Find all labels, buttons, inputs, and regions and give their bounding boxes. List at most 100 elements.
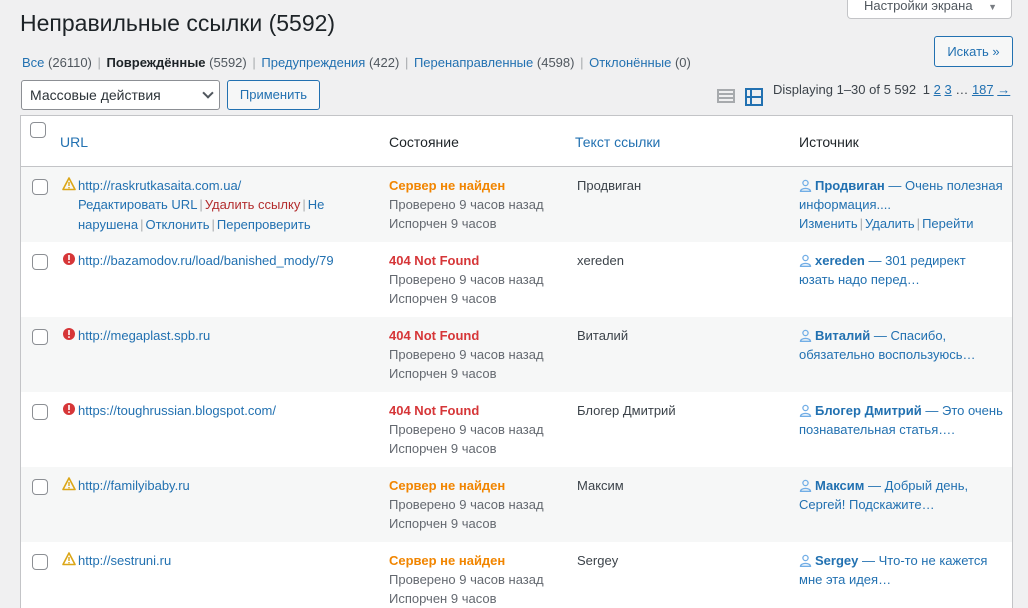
filter-broken-count: (5592) [209, 55, 247, 70]
source-edit-link[interactable]: Изменить [799, 216, 858, 231]
table-row: http://bazamodov.ru/load/banished_mody/7… [21, 242, 1012, 317]
error-icon [63, 403, 75, 415]
link-source[interactable]: Блогер Дмитрий — Это очень познавательна… [799, 401, 1004, 439]
table-row: http://megaplast.spb.ru 404 Not Found Пр… [21, 317, 1012, 392]
link-url[interactable]: http://familyibaby.ru [78, 476, 190, 495]
source-go-link[interactable]: Перейти [922, 216, 974, 231]
warning-icon [62, 177, 76, 191]
link-state: Сервер не найден Проверено 9 часов назад… [389, 176, 544, 233]
filter-dismissed[interactable]: Отклонённые [589, 55, 671, 70]
recheck-link[interactable]: Перепроверить [217, 217, 311, 232]
pagination: Displaying 1–30 of 5 592 1 2 3 … 187 → [773, 81, 1010, 99]
search-button[interactable]: Искать » [934, 36, 1013, 67]
page-next-link[interactable]: → [997, 82, 1010, 97]
page-last-link[interactable]: 187 [972, 82, 994, 97]
source-author: Блогер Дмитрий [815, 403, 922, 418]
screen-options-label: Настройки экрана [864, 0, 973, 13]
filter-broken-current[interactable]: Повреждённые [107, 55, 206, 70]
column-url[interactable]: URL [60, 133, 88, 151]
action-separator: | [916, 216, 921, 231]
row-checkbox[interactable] [32, 554, 48, 570]
checked-time: Проверено 9 часов назад [389, 572, 544, 587]
link-url[interactable]: http://sestruni.ru [78, 551, 171, 570]
page-2-link[interactable]: 2 [934, 82, 941, 97]
row-actions: Редактировать URL | Удалить ссылку | Не нару… [78, 195, 368, 235]
row-checkbox[interactable] [32, 254, 48, 270]
source-delete-link[interactable]: Удалить [865, 216, 915, 231]
table-row: http://sestruni.ru Сервер не найден Пров… [21, 542, 1012, 608]
filter-all[interactable]: Все [22, 55, 44, 70]
table-row: https://toughrussian.blogspot.com/ 404 N… [21, 392, 1012, 467]
user-icon [799, 179, 812, 192]
filter-separator: | [580, 55, 584, 70]
list-view-icon[interactable] [716, 87, 736, 107]
link-state: Сервер не найден Проверено 9 часов назад… [389, 551, 544, 608]
page-title: Неправильные ссылки (5592) [20, 10, 336, 36]
checked-time: Проверено 9 часов назад [389, 422, 544, 437]
select-all-checkbox[interactable] [30, 122, 46, 138]
bulk-actions-value: Массовые действия [30, 87, 161, 103]
row-checkbox[interactable] [32, 329, 48, 345]
filter-redirects[interactable]: Перенаправленные [414, 55, 533, 70]
link-url[interactable]: http://megaplast.spb.ru [78, 326, 210, 345]
broken-time: Испорчен 9 часов [389, 591, 497, 606]
row-checkbox[interactable] [32, 479, 48, 495]
filter-warnings-count: (422) [368, 55, 400, 70]
filter-all-count: (26110) [48, 55, 92, 70]
excerpt-view-icon[interactable] [744, 87, 764, 107]
pagination-ellipsis: … [955, 82, 969, 97]
edit-url-link[interactable]: Редактировать URL [78, 197, 197, 212]
link-url[interactable]: http://bazamodov.ru/load/banished_mody/7… [78, 251, 334, 270]
filter-separator: | [97, 55, 101, 70]
action-separator: | [140, 217, 144, 232]
link-source[interactable]: Продвиган — Очень полезная информация...… [799, 176, 1004, 214]
row-checkbox[interactable] [32, 404, 48, 420]
filter-redirects-count: (4598) [536, 55, 575, 70]
page-current: 1 [922, 82, 930, 97]
link-text: Блогер Дмитрий [577, 403, 676, 418]
source-actions: Изменить | Удалить | Перейти [799, 214, 974, 233]
page-3-link[interactable]: 3 [944, 82, 951, 97]
screen-options-button[interactable]: Настройки экрана ▼ [847, 0, 1012, 19]
broken-links-table: URL Состояние Текст ссылки Источник http… [20, 115, 1013, 608]
link-text: xereden [577, 253, 624, 268]
broken-time: Испорчен 9 часов [389, 216, 497, 231]
filter-warnings[interactable]: Предупреждения [261, 55, 365, 70]
filter-separator: | [252, 55, 256, 70]
source-author: Максим [815, 478, 865, 493]
source-author: Виталий [815, 328, 871, 343]
error-icon [63, 253, 75, 265]
link-state: 404 Not Found Проверено 9 часов назад Ис… [389, 401, 544, 458]
dismiss-link[interactable]: Отклонить [145, 217, 209, 232]
link-source[interactable]: Виталий — Спасибо, обязательно воспользу… [799, 326, 1004, 364]
checked-time: Проверено 9 часов назад [389, 347, 544, 362]
caret-down-icon: ▼ [988, 2, 997, 12]
link-url[interactable]: https://toughrussian.blogspot.com/ [78, 401, 276, 420]
link-text: Sergey [577, 553, 619, 568]
chevron-down-icon [202, 87, 214, 99]
delete-link[interactable]: Удалить ссылку [205, 197, 301, 212]
link-url[interactable]: http://raskrutkasaita.com.ua/ [78, 176, 241, 195]
warning-icon [62, 477, 76, 491]
bulk-actions-select[interactable]: Массовые действия [21, 80, 220, 110]
apply-button[interactable]: Применить [227, 80, 320, 110]
user-icon [799, 254, 812, 267]
action-separator: | [199, 197, 203, 212]
user-icon [799, 329, 812, 342]
error-icon [63, 328, 75, 340]
action-separator: | [211, 217, 215, 232]
link-state: Сервер не найден Проверено 9 часов назад… [389, 476, 544, 533]
action-separator: | [302, 197, 306, 212]
filter-dismissed-count: (0) [674, 55, 691, 70]
link-source[interactable]: xereden — 301 редирект юзать надо перед… [799, 251, 1004, 289]
link-state: 404 Not Found Проверено 9 часов назад Ис… [389, 326, 544, 383]
link-source[interactable]: Максим — Добрый день, Сергей! Подскажите… [799, 476, 1004, 514]
user-icon [799, 479, 812, 492]
warning-icon [62, 552, 76, 566]
row-checkbox[interactable] [32, 179, 48, 195]
displaying-count: Displaying 1–30 of 5 592 [773, 82, 917, 97]
column-link-text[interactable]: Текст ссылки [575, 133, 660, 151]
broken-time: Испорчен 9 часов [389, 366, 497, 381]
link-source[interactable]: Sergey — Что-то не кажется мне эта идея… [799, 551, 1004, 589]
table-row: http://familyibaby.ru Сервер не найден П… [21, 467, 1012, 542]
